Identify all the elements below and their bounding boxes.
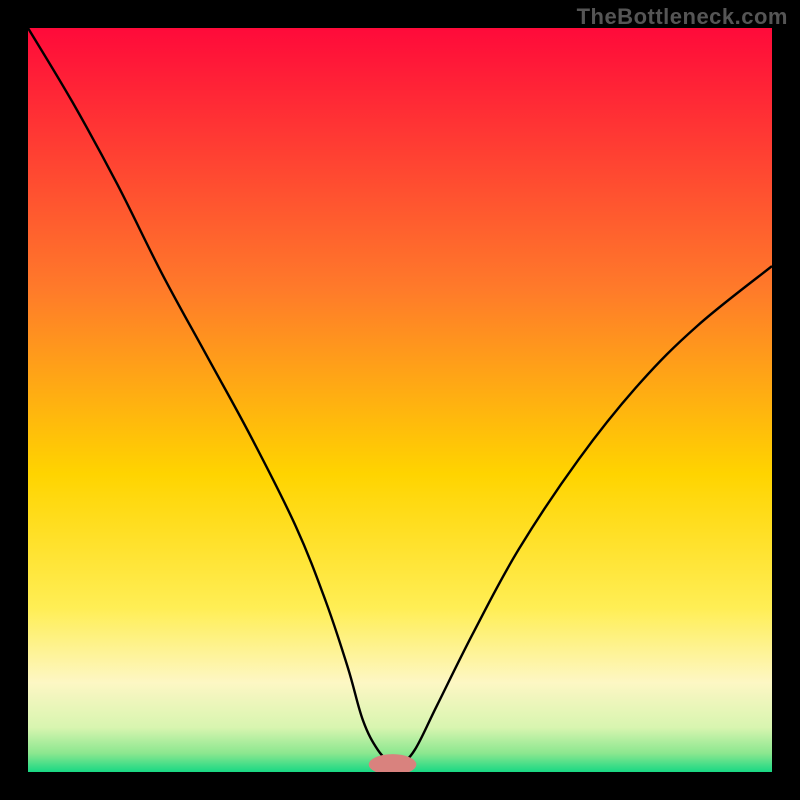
plot-area bbox=[28, 28, 772, 772]
bottleneck-chart bbox=[28, 28, 772, 772]
watermark-text: TheBottleneck.com bbox=[577, 4, 788, 30]
chart-frame: TheBottleneck.com bbox=[0, 0, 800, 800]
gradient-background bbox=[28, 28, 772, 772]
